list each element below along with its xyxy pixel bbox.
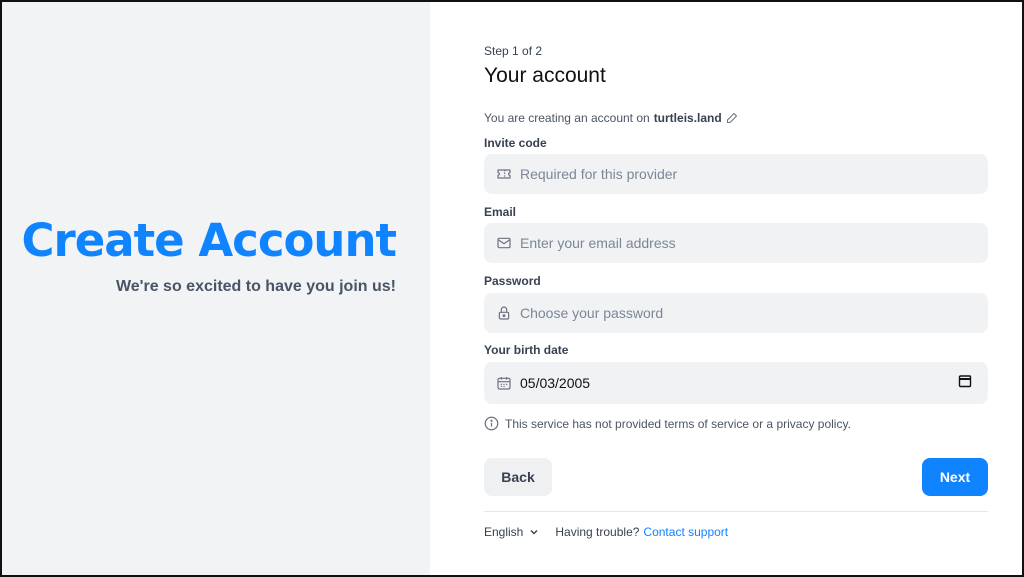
- signup-form: Step 1 of 2 Your account You are creatin…: [430, 2, 1022, 575]
- app-frame: Create Account We're so excited to have …: [0, 0, 1024, 577]
- language-selector[interactable]: English: [484, 525, 539, 539]
- terms-notice-text: This service has not provided terms of s…: [505, 416, 851, 431]
- password-field[interactable]: [484, 293, 988, 333]
- password-input[interactable]: [520, 305, 960, 321]
- invite-code-field[interactable]: [484, 154, 988, 194]
- hero-title: Create Account: [21, 214, 397, 267]
- email-field[interactable]: [484, 223, 988, 263]
- provider-line: You are creating an account on turtleis.…: [484, 111, 738, 125]
- trouble-text: Having trouble?: [555, 525, 640, 539]
- back-button[interactable]: Back: [484, 458, 552, 496]
- language-label: English: [484, 525, 524, 539]
- hero-subtitle: We're so excited to have you join us!: [115, 278, 396, 295]
- form-title: Your account: [484, 64, 606, 87]
- email-input[interactable]: [520, 235, 960, 251]
- info-icon: [484, 416, 499, 431]
- terms-notice: This service has not provided terms of s…: [484, 416, 851, 431]
- password-label: Password: [484, 274, 541, 288]
- chevron-down-icon: [530, 530, 538, 535]
- contact-support-link[interactable]: Contact support: [643, 525, 728, 539]
- next-button[interactable]: Next: [922, 458, 988, 496]
- invite-code-label: Invite code: [484, 136, 547, 150]
- provider-prefix: You are creating an account on: [484, 111, 650, 125]
- lock-icon: [498, 306, 510, 320]
- birth-date-label: Your birth date: [484, 343, 569, 357]
- pencil-icon[interactable]: [726, 112, 738, 124]
- ticket-icon: [497, 169, 511, 179]
- mail-icon: [497, 237, 511, 249]
- welcome-panel: Create Account We're so excited to have …: [2, 2, 430, 575]
- invite-code-input[interactable]: [520, 166, 960, 182]
- email-label: Email: [484, 205, 517, 219]
- calendar-picker-icon[interactable]: [958, 374, 972, 388]
- calendar-icon: [497, 377, 511, 390]
- birth-date-field[interactable]: 05/03/2005: [484, 362, 988, 404]
- provider-name: turtleis.land: [653, 111, 722, 125]
- birth-date-value[interactable]: 05/03/2005: [520, 375, 590, 391]
- footer: English Having trouble? Contact support: [484, 525, 728, 539]
- step-indicator: Step 1 of 2: [484, 44, 543, 58]
- footer-divider: [484, 511, 988, 512]
